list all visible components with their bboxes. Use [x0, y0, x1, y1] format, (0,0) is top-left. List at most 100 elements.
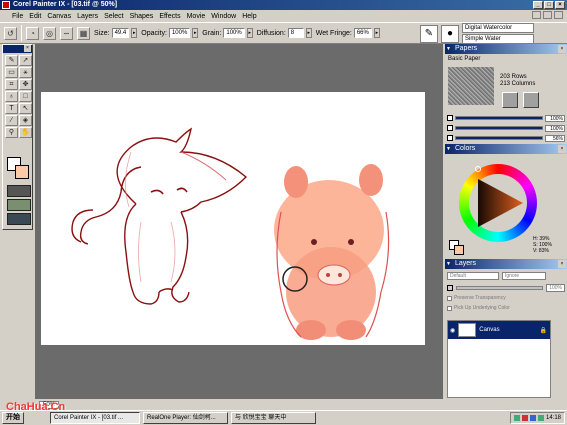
shape-select-icon[interactable]: ↖: [19, 103, 32, 114]
minimize-button[interactable]: _: [533, 1, 543, 9]
composite-depth-select[interactable]: Ignore: [502, 272, 546, 280]
start-button[interactable]: 开始: [2, 412, 24, 424]
paper-capture-icon[interactable]: [523, 92, 539, 108]
color-swatch[interactable]: [7, 157, 29, 179]
additional-color-swatch[interactable]: [454, 245, 464, 255]
document-status-bar: 50%: [35, 399, 443, 410]
dab-type-icon[interactable]: ◔: [26, 26, 39, 40]
grabber-icon[interactable]: ✋: [19, 127, 32, 138]
layer-adjuster-icon[interactable]: ➚: [19, 55, 32, 66]
stroke-type-icon[interactable]: ∽: [60, 26, 73, 40]
layer-opacity-value[interactable]: 100%: [546, 284, 565, 292]
gradient-selector-icon[interactable]: [7, 213, 31, 225]
crop-tool-icon[interactable]: ⌗: [5, 79, 18, 90]
task-painter[interactable]: Corel Painter IX - [03.tif ...: [50, 412, 140, 424]
composite-method-select[interactable]: Default: [447, 272, 499, 280]
menu-movie[interactable]: Movie: [187, 13, 206, 20]
brush-category-icon[interactable]: ✎: [420, 25, 438, 43]
opacity-stepper[interactable]: ▸: [192, 28, 199, 38]
pattern-selector-icon[interactable]: [7, 199, 31, 211]
paper-scale-slider[interactable]: 100%: [447, 114, 565, 122]
layers-close-icon[interactable]: ×: [558, 260, 566, 268]
brush-variant-select[interactable]: Simple Water: [462, 34, 534, 44]
saturation-value-triangle[interactable]: [469, 174, 527, 232]
hue-ring[interactable]: [459, 164, 537, 242]
paper-brightness-slider[interactable]: 56%: [447, 134, 565, 142]
paper-contrast-slider[interactable]: 100%: [447, 124, 565, 132]
transform-icon[interactable]: ✥: [19, 79, 32, 90]
doc-minimize-button[interactable]: [532, 11, 541, 19]
brush-tool-icon[interactable]: ✎: [5, 55, 18, 66]
layer-row[interactable]: ◉ Canvas 🔒: [448, 321, 550, 339]
diffusion-input[interactable]: 8: [287, 28, 304, 38]
hue-marker-icon: [475, 166, 481, 172]
doc-restore-button[interactable]: [543, 11, 552, 19]
task-realone[interactable]: RealOne Player: 仙剑柯...: [143, 412, 228, 424]
opacity-input[interactable]: 100%: [168, 28, 191, 38]
paper-contrast-icon: [447, 125, 453, 131]
size-input[interactable]: 49.4: [111, 28, 130, 38]
title-bar: Corel Painter IX - [03.tif @ 50%] _ □ ×: [0, 0, 567, 10]
menu-canvas[interactable]: Canvas: [47, 13, 71, 20]
text-tool-icon[interactable]: T: [5, 103, 18, 114]
wetfringe-input[interactable]: 66%: [353, 28, 372, 38]
menu-file[interactable]: File: [12, 13, 23, 20]
right-palettes: Papers × Basic Paper 203 Rows 213 Column…: [445, 44, 567, 399]
pen-tool-icon[interactable]: ♁: [5, 91, 18, 102]
diffusion-stepper[interactable]: ▸: [305, 28, 312, 38]
menu-edit[interactable]: Edit: [29, 13, 41, 20]
grain-stepper[interactable]: ▸: [246, 28, 253, 38]
colors-palette-header[interactable]: Colors ×: [445, 144, 567, 154]
layer-opacity-icon: [447, 285, 453, 291]
colors-palette: H: 39% S: 100% V: 83%: [445, 154, 567, 259]
background-color-swatch[interactable]: [15, 165, 29, 179]
menu-select[interactable]: Select: [104, 13, 123, 20]
colors-close-icon[interactable]: ×: [558, 145, 566, 153]
method-icon[interactable]: ▦: [77, 26, 90, 40]
dropper-icon[interactable]: ⁄: [5, 115, 18, 126]
paper-texture-preview[interactable]: [448, 67, 494, 105]
brush-variant-icon[interactable]: ●: [441, 25, 459, 43]
document-canvas[interactable]: [41, 92, 425, 345]
clock: 14:18: [545, 415, 561, 421]
menu-window[interactable]: Window: [211, 13, 236, 20]
brush-category-select[interactable]: Digital Watercolor: [462, 23, 534, 33]
preserve-transparency-checkbox[interactable]: Preserve Transparency: [447, 295, 506, 301]
visibility-eye-icon[interactable]: ◉: [450, 327, 455, 334]
menu-shapes[interactable]: Shapes: [130, 13, 154, 20]
papers-close-icon[interactable]: ×: [558, 45, 566, 53]
wetfringe-stepper[interactable]: ▸: [373, 28, 380, 38]
menu-effects[interactable]: Effects: [159, 13, 180, 20]
hsv-readout: H: 39% S: 100% V: 83%: [533, 236, 552, 254]
rect-select-icon[interactable]: ▭: [5, 67, 18, 78]
papers-palette-header[interactable]: Papers ×: [445, 44, 567, 54]
layer-opacity-slider[interactable]: [456, 286, 544, 290]
paint-bucket-icon[interactable]: ◈: [19, 115, 32, 126]
reset-tool-icon[interactable]: ↺: [4, 26, 17, 40]
tray-icon[interactable]: [537, 415, 544, 421]
wetfringe-field: Wet Fringe: 66% ▸: [315, 28, 380, 38]
pickup-color-checkbox[interactable]: Pick Up Underlying Color: [447, 305, 510, 311]
maximize-button[interactable]: □: [544, 1, 554, 9]
layers-palette-header[interactable]: Layers ×: [445, 259, 567, 269]
magnifier-icon[interactable]: ⚲: [5, 127, 18, 138]
lock-icon[interactable]: 🔒: [540, 327, 547, 334]
paper-selector-icon[interactable]: [7, 185, 31, 197]
rect-shape-icon[interactable]: □: [19, 91, 32, 102]
tray-icon[interactable]: [521, 415, 528, 421]
close-button[interactable]: ×: [555, 1, 565, 9]
paper-rows: 203 Rows: [500, 74, 527, 80]
tray-icon[interactable]: [513, 415, 520, 421]
toolbox-close-icon[interactable]: ×: [24, 45, 31, 52]
tray-icon[interactable]: [529, 415, 536, 421]
doc-close-button[interactable]: [554, 11, 563, 19]
size-stepper[interactable]: ▸: [131, 28, 138, 38]
paper-invert-icon[interactable]: [502, 92, 518, 108]
menu-layers[interactable]: Layers: [77, 13, 98, 20]
dab-shape-icon[interactable]: ◎: [43, 26, 56, 40]
layer-name: Canvas: [479, 327, 500, 333]
grain-input[interactable]: 100%: [223, 28, 245, 38]
menu-help[interactable]: Help: [242, 13, 256, 20]
magic-wand-icon[interactable]: ⚹: [19, 67, 32, 78]
task-chat[interactable]: 与 欣悦宝宝 聊天中: [231, 412, 316, 424]
